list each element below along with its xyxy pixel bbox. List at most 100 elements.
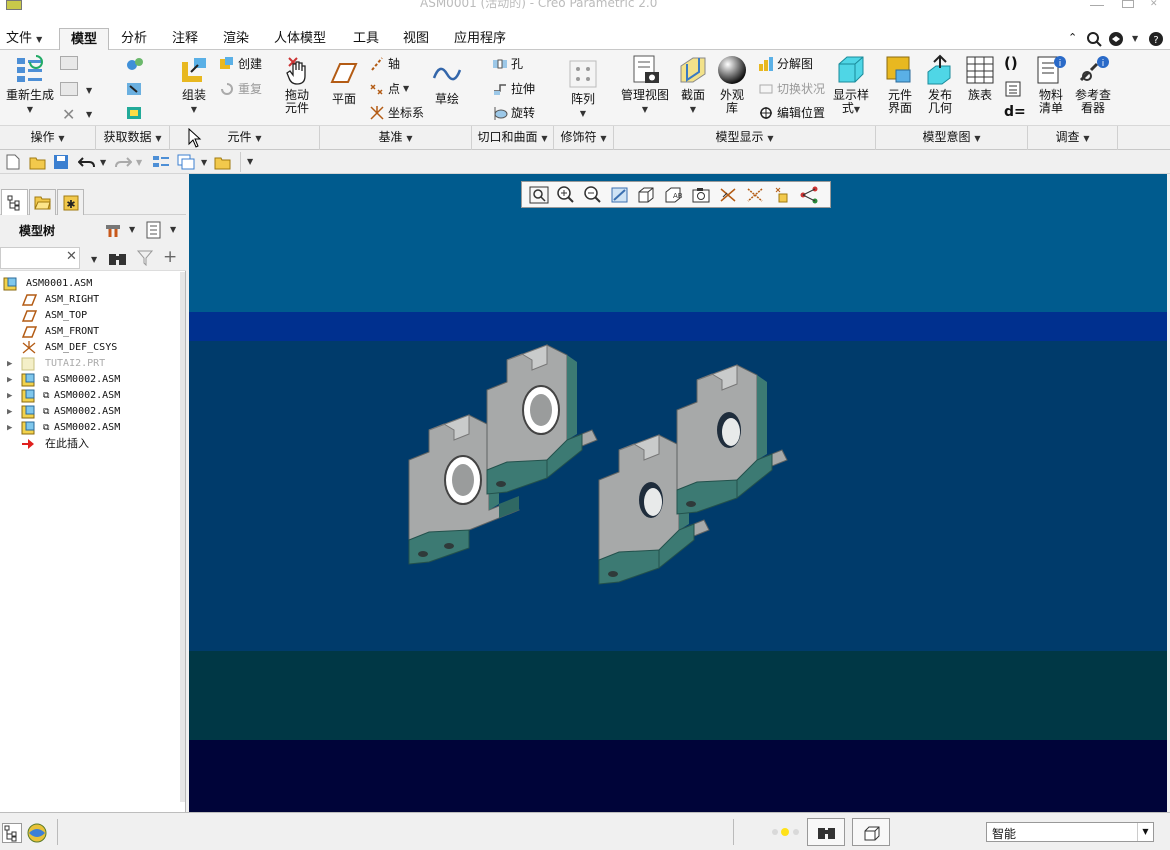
exploded-view-button[interactable]: 分解图 [758, 55, 813, 72]
tree-item[interactable]: ASM_FRONT [0, 324, 180, 340]
settings-tools-icon[interactable] [102, 221, 124, 239]
bill-of-materials-button[interactable]: i 物料 清单 [1034, 54, 1068, 115]
binoculars-icon[interactable] [108, 250, 128, 266]
toggle-navigator-button[interactable] [2, 823, 22, 843]
regenerate-button[interactable]: 重新生成 ▼ [4, 54, 56, 116]
expand-arrow-icon[interactable]: ▶ [7, 404, 12, 420]
chevron-down-icon[interactable]: ▼ [86, 86, 92, 95]
datum-point-display-icon[interactable] [771, 185, 793, 205]
help-icon[interactable]: ? [1148, 31, 1164, 47]
group-model-intent[interactable]: 模型意图 ▼ [876, 126, 1028, 150]
appearance-gallery-button[interactable]: 外观 库 [714, 54, 750, 115]
chevron-down-icon[interactable]: ▼ [91, 255, 97, 264]
close-window-icon[interactable]: ✕ [1150, 0, 1164, 9]
tab-folder-browser[interactable] [29, 189, 56, 215]
expand-arrow-icon[interactable]: ▶ [7, 372, 12, 388]
tree-item[interactable]: ASM0001.ASM [0, 276, 180, 292]
tree-item[interactable]: ▶ ⧉ ASM0002.ASM [0, 388, 180, 404]
group-cut-surface[interactable]: 切口和曲面 ▼ [472, 126, 554, 150]
add-filter-icon[interactable]: + [163, 247, 177, 267]
show-list-icon[interactable] [145, 221, 163, 239]
drag-components-button[interactable]: 拖动 元件 [279, 54, 315, 115]
group-operations[interactable]: 操作 ▼ [0, 126, 96, 150]
tree-item[interactable]: ▶ TUTAI2.PRT [0, 356, 180, 372]
repeat-button[interactable]: 重复 [219, 80, 262, 97]
clear-search-icon[interactable]: ✕ [66, 249, 77, 264]
datum-plane-display-icon[interactable] [717, 185, 739, 205]
tab-annotate[interactable]: 注释 [166, 28, 204, 50]
refit-icon[interactable] [528, 185, 550, 205]
browser-globe-icon[interactable] [26, 822, 48, 844]
chevron-down-icon[interactable]: ▼ [136, 158, 142, 167]
new-file-icon[interactable] [6, 154, 20, 170]
chevron-down-icon[interactable]: ▼ [86, 110, 92, 119]
tab-model[interactable]: 模型 [59, 28, 109, 51]
copy-geometry-icon[interactable] [125, 80, 145, 98]
display-style-small-icon[interactable] [636, 185, 658, 205]
point-button[interactable]: 点 ▼ [369, 80, 409, 97]
tree-item[interactable]: ▶ ⧉ ASM0002.ASM [0, 372, 180, 388]
component-interface-button[interactable]: 元件 界面 [882, 54, 918, 115]
copy-icon[interactable] [60, 56, 78, 70]
shrinkwrap-icon[interactable] [125, 104, 145, 122]
edit-position-button[interactable]: 编辑位置 [758, 104, 825, 121]
filter-select[interactable]: 智能 ▼ [986, 822, 1154, 842]
tab-analysis[interactable]: 分析 [115, 28, 153, 50]
manage-views-button[interactable]: 管理视图 ▼ [618, 54, 672, 116]
tree-item[interactable]: ASM_TOP [0, 308, 180, 324]
tab-favorites[interactable]: ✱ [57, 189, 84, 215]
chevron-down-icon[interactable]: ▼ [170, 225, 176, 234]
group-datum[interactable]: 基准 ▼ [320, 126, 472, 150]
search-icon[interactable] [1086, 31, 1102, 47]
tab-render[interactable]: 渲染 [217, 28, 255, 50]
tree-item[interactable]: ASM_DEF_CSYS [0, 340, 180, 356]
tab-manikin[interactable]: 人体模型 [268, 28, 332, 50]
zoom-out-icon[interactable] [582, 185, 604, 205]
regenerate-small-icon[interactable] [152, 153, 170, 171]
paste-icon[interactable] [60, 82, 78, 96]
relations-icon[interactable] [1004, 80, 1022, 98]
parameters-icon[interactable]: () [1004, 54, 1018, 72]
csys-button[interactable]: 坐标系 [369, 104, 424, 121]
collapse-ribbon-icon[interactable]: ⌃ [1068, 31, 1077, 44]
section-button[interactable]: 截面 ▼ [676, 54, 710, 116]
windows-icon[interactable] [177, 153, 195, 171]
group-investigate[interactable]: 调查 ▼ [1028, 126, 1118, 150]
selection-filter-button[interactable] [852, 818, 890, 846]
find-button[interactable] [807, 818, 845, 846]
filter-icon[interactable] [137, 250, 153, 266]
display-style-button[interactable]: 显示样 式▼ [830, 54, 872, 116]
tab-view[interactable]: 视图 [397, 28, 435, 50]
tree-item[interactable]: ASM_RIGHT [0, 292, 180, 308]
save-icon[interactable] [53, 154, 69, 170]
view-manager-camera-icon[interactable] [690, 185, 712, 205]
expand-arrow-icon[interactable]: ▶ [7, 356, 12, 372]
group-modifiers[interactable]: 修饰符 ▼ [554, 126, 614, 150]
assemble-button[interactable]: 组装 ▼ [174, 54, 214, 116]
tab-tools[interactable]: 工具 [347, 28, 385, 50]
tab-file[interactable]: 文件 ▼ [0, 28, 48, 50]
redo-icon[interactable] [114, 154, 132, 170]
chevron-down-icon[interactable]: ▼ [201, 158, 207, 167]
zoom-in-icon[interactable] [555, 185, 577, 205]
group-get-data[interactable]: 获取数据 ▼ [96, 126, 170, 150]
customize-toolbar-icon[interactable]: ▼ [247, 157, 253, 166]
group-model-display[interactable]: 模型显示 ▼ [614, 126, 876, 150]
pattern-button[interactable]: 阵列 ▼ [565, 58, 601, 120]
maximize-icon[interactable] [1122, 0, 1134, 8]
extrude-button[interactable]: 拉伸 [492, 80, 535, 97]
plane-button[interactable]: 平面 [327, 58, 361, 106]
tree-item[interactable]: ▶ ⧉ ASM0002.ASM [0, 420, 180, 436]
close-window-folder-icon[interactable] [214, 153, 232, 171]
tab-model-tree[interactable] [1, 189, 28, 216]
expand-arrow-icon[interactable]: ▶ [7, 388, 12, 404]
help-center-icon[interactable] [1108, 31, 1126, 47]
chevron-down-icon[interactable]: ▼ [129, 225, 135, 234]
revolve-button[interactable]: 旋转 [492, 104, 535, 121]
axis-button[interactable]: 轴 [369, 55, 400, 72]
datum-axis-display-icon[interactable] [744, 185, 766, 205]
expand-arrow-icon[interactable]: ▶ [7, 420, 12, 436]
chevron-down-icon[interactable]: ▼ [100, 158, 106, 167]
tab-applications[interactable]: 应用程序 [448, 28, 512, 50]
tree-scrollbar[interactable] [180, 272, 185, 802]
